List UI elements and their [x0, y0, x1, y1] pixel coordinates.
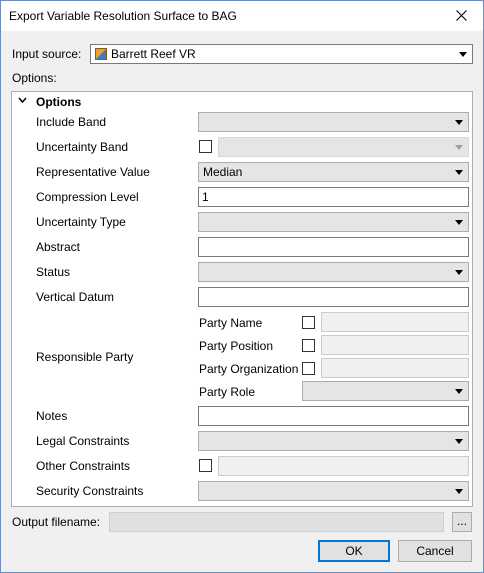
uncertainty-band-dropdown[interactable]: [218, 137, 469, 157]
output-filename-input[interactable]: [109, 512, 444, 532]
vertical-datum-label: Vertical Datum: [36, 290, 115, 304]
include-band-label: Include Band: [36, 115, 107, 129]
security-constraints-label: Security Constraints: [36, 484, 144, 498]
chevron-down-icon: [455, 170, 463, 175]
close-icon: [455, 10, 467, 21]
include-band-dropdown[interactable]: [198, 112, 469, 132]
status-dropdown[interactable]: [198, 262, 469, 282]
abstract-label: Abstract: [36, 240, 81, 254]
compression-level-input[interactable]: 1: [198, 187, 469, 207]
input-source-label: Input source:: [12, 47, 82, 61]
representative-value-dropdown[interactable]: Median: [198, 162, 469, 182]
uncertainty-band-checkbox[interactable]: [199, 140, 212, 153]
chevron-down-icon: [455, 145, 463, 150]
other-constraints-input[interactable]: [218, 456, 469, 476]
chevron-down-icon: [455, 389, 463, 394]
notes-input[interactable]: [198, 406, 469, 426]
status-label: Status: [36, 265, 71, 279]
browse-button[interactable]: ...: [452, 512, 472, 532]
security-constraints-dropdown[interactable]: [198, 481, 469, 501]
chevron-down-icon: [455, 270, 463, 275]
party-position-checkbox[interactable]: [302, 339, 315, 352]
ok-button[interactable]: OK: [318, 540, 390, 562]
other-constraints-checkbox[interactable]: [199, 459, 212, 472]
vertical-datum-input[interactable]: [198, 287, 469, 307]
party-organization-checkbox[interactable]: [302, 362, 315, 375]
chevron-down-icon: [455, 439, 463, 444]
chevron-down-icon: [455, 120, 463, 125]
surface-layer-icon: [95, 48, 107, 60]
legal-constraints-label: Legal Constraints: [36, 434, 130, 448]
export-dialog: Export Variable Resolution Surface to BA…: [0, 0, 484, 573]
representative-value-label: Representative Value: [36, 165, 150, 179]
input-source-dropdown[interactable]: Barrett Reef VR: [90, 44, 473, 64]
party-organization-input[interactable]: [321, 358, 469, 378]
input-source-value: Barrett Reef VR: [111, 47, 196, 61]
uncertainty-type-label: Uncertainty Type: [36, 215, 126, 229]
legal-constraints-dropdown[interactable]: [198, 431, 469, 451]
party-role-label: Party Role: [199, 385, 256, 399]
close-button[interactable]: [439, 1, 483, 30]
chevron-down-icon: [459, 52, 467, 57]
chevron-down-icon: [455, 489, 463, 494]
cancel-button[interactable]: Cancel: [398, 540, 472, 562]
party-name-label: Party Name: [199, 316, 263, 330]
party-name-input[interactable]: [321, 312, 469, 332]
title-bar: Export Variable Resolution Surface to BA…: [1, 1, 483, 31]
party-organization-label: Party Organization: [199, 362, 299, 376]
output-filename-label: Output filename:: [12, 515, 101, 529]
compression-level-label: Compression Level: [36, 190, 139, 204]
uncertainty-type-dropdown[interactable]: [198, 212, 469, 232]
uncertainty-band-label: Uncertainty Band: [36, 140, 129, 154]
representative-value-value: Median: [203, 165, 243, 179]
window-title: Export Variable Resolution Surface to BA…: [9, 9, 237, 23]
abstract-input[interactable]: [198, 237, 469, 257]
responsible-party-label: Responsible Party: [36, 350, 134, 364]
party-role-dropdown[interactable]: [302, 381, 469, 401]
chevron-down-icon: [455, 220, 463, 225]
collapse-icon[interactable]: [18, 97, 27, 104]
party-position-label: Party Position: [199, 339, 274, 353]
options-label: Options:: [12, 71, 57, 85]
other-constraints-label: Other Constraints: [36, 459, 131, 473]
party-position-input[interactable]: [321, 335, 469, 355]
notes-label: Notes: [36, 409, 68, 423]
party-name-checkbox[interactable]: [302, 316, 315, 329]
options-group-header: Options: [36, 95, 82, 109]
